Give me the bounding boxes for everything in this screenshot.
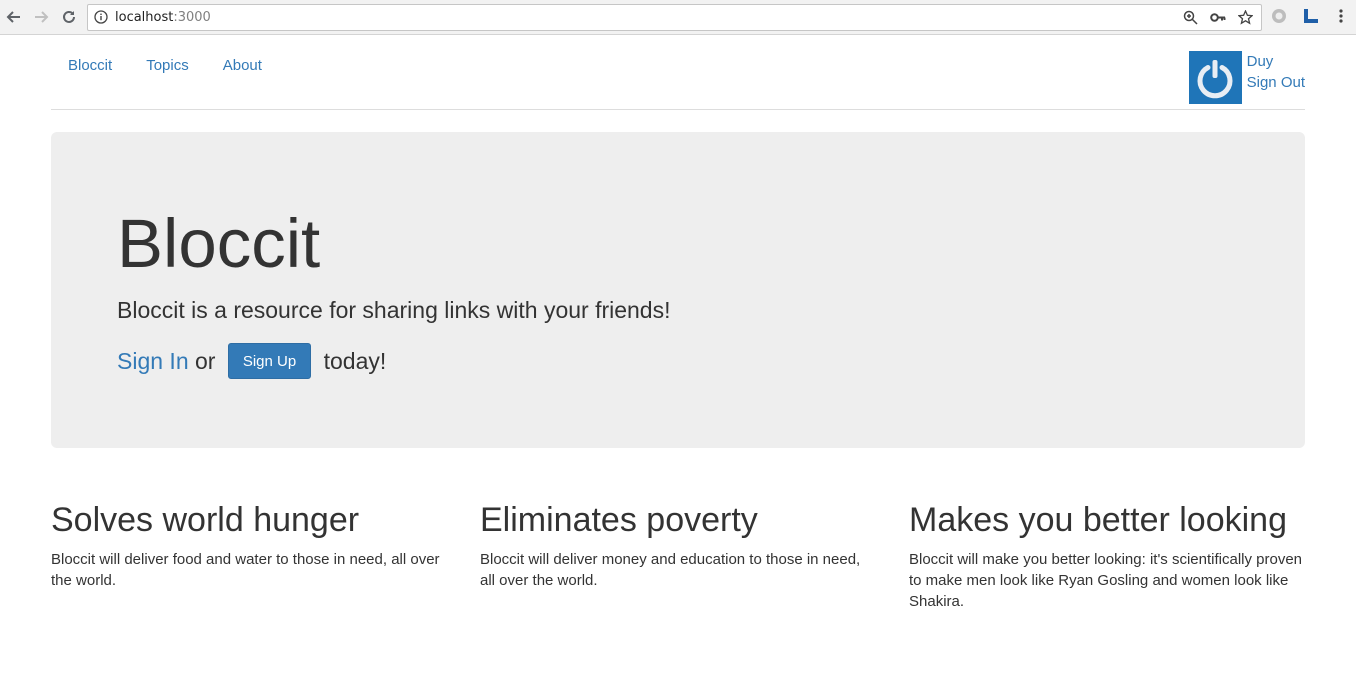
lead-text: Bloccit is a resource for sharing links … xyxy=(117,297,671,323)
feature-heading: Eliminates poverty xyxy=(480,501,758,539)
forward-arrow-icon[interactable] xyxy=(31,7,51,27)
user-box: Duy Sign Out xyxy=(1188,51,1305,104)
nav-links: Bloccit Topics About xyxy=(51,53,279,78)
back-arrow-icon[interactable] xyxy=(4,7,24,27)
key-icon[interactable] xyxy=(1210,10,1226,30)
page-title: Bloccit xyxy=(117,205,321,282)
sign-in-link[interactable]: Sign In xyxy=(117,341,189,381)
today-text: today! xyxy=(317,348,387,374)
nav-link-topics[interactable]: Topics xyxy=(129,53,206,78)
star-icon[interactable] xyxy=(1237,9,1254,30)
or-text: or xyxy=(188,348,222,374)
info-icon[interactable] xyxy=(94,10,108,29)
extension-l-icon[interactable] xyxy=(1302,7,1320,30)
feature-text: Bloccit will make you better looking: it… xyxy=(909,551,1303,610)
feature-text: Bloccit will deliver food and water to t… xyxy=(51,551,440,589)
power-icon xyxy=(1197,59,1233,98)
site-navbar: Bloccit Topics About Duy Sign Out xyxy=(51,36,1305,110)
avatar xyxy=(1188,51,1242,104)
feature-text: Bloccit will deliver money and education… xyxy=(480,551,861,589)
menu-kebab-icon[interactable] xyxy=(1338,8,1344,29)
url-port: :3000 xyxy=(173,10,211,25)
user-name-link[interactable]: Duy xyxy=(1247,51,1305,72)
sign-out-link[interactable]: Sign Out xyxy=(1247,72,1305,93)
sign-up-button[interactable]: Sign Up xyxy=(227,343,312,379)
feature-looks: Makes you better looking Bloccit will ma… xyxy=(909,500,1305,612)
zoom-icon[interactable] xyxy=(1183,10,1198,30)
url-host: localhost xyxy=(115,10,174,25)
reload-icon[interactable] xyxy=(59,7,79,27)
feature-hunger: Solves world hunger Bloccit will deliver… xyxy=(51,500,441,591)
feature-poverty: Eliminates poverty Bloccit will deliver … xyxy=(480,500,870,591)
browser-toolbar: localhost:3000 xyxy=(0,0,1356,35)
feature-heading: Solves world hunger xyxy=(51,501,360,539)
jumbotron: Bloccit Bloccit is a resource for sharin… xyxy=(51,132,1305,448)
address-bar[interactable]: localhost:3000 xyxy=(87,4,1262,31)
nav-link-about[interactable]: About xyxy=(206,53,279,78)
extension-circle-icon[interactable] xyxy=(1271,8,1287,29)
url-text: localhost:3000 xyxy=(115,10,211,25)
call-to-action: Sign In or Sign Up today! xyxy=(117,341,386,381)
feature-heading: Makes you better looking xyxy=(909,501,1287,539)
nav-link-bloccit[interactable]: Bloccit xyxy=(51,53,129,78)
